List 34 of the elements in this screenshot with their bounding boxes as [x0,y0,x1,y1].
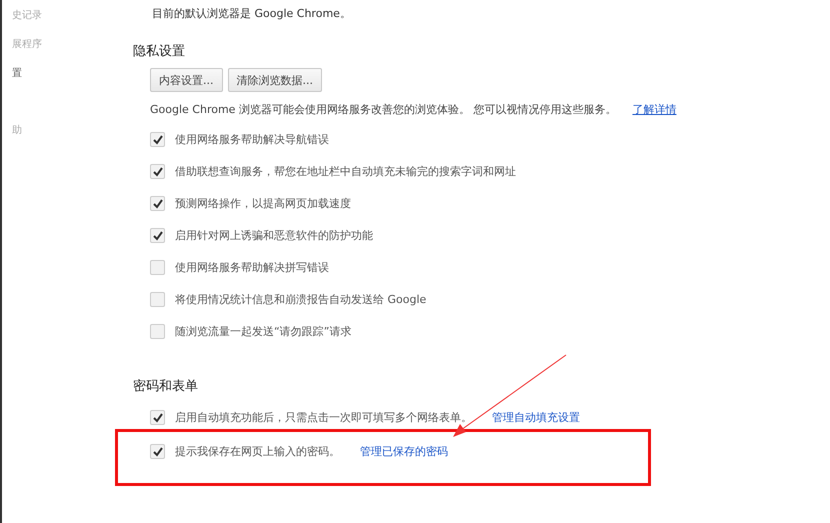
option-label: 提示我保存在网页上输入的密码。 [175,444,340,459]
option-label: 使用网络服务帮助解决拼写错误 [175,260,329,275]
checkbox[interactable] [150,260,165,275]
checkbox[interactable] [150,410,165,425]
checkbox[interactable] [150,444,165,459]
checkmark-icon [152,198,162,208]
option-label: 将使用情况统计信息和崩溃报告自动发送给 Google [175,292,426,307]
settings-button[interactable]: 清除浏览数据... [228,68,322,92]
option-label: 随浏览流量一起发送“请勿跟踪”请求 [175,324,352,339]
default-browser-text: 目前的默认浏览器是 Google Chrome。 [151,6,352,22]
section-heading: 隐私设置 [133,43,186,60]
checkbox[interactable] [150,164,165,179]
checkmark-icon [152,134,162,144]
checkmark-icon [152,446,162,456]
option-label: 启用自动填充功能后，只需点击一次即可填写多个网络表单。 [175,410,472,425]
checkbox[interactable] [150,324,165,339]
sidebar-item[interactable]: 置 [2,66,133,82]
settings-button[interactable]: 内容设置... [150,68,222,92]
option-label: 使用网络服务帮助解决导航错误 [175,132,329,147]
checkmark-icon [152,412,162,422]
option-label: 借助联想查询服务，帮您在地址栏中自动填充未输完的搜索字词和网址 [175,164,516,179]
manage-link[interactable]: 管理已保存的密码 [360,444,448,459]
checkbox[interactable] [150,132,165,147]
checkmark-icon [152,230,162,240]
checkbox[interactable] [150,196,165,211]
checkmark-icon [152,166,162,176]
learn-more-link[interactable]: 了解详情 [632,102,676,117]
manage-link[interactable]: 管理自动填充设置 [492,410,580,425]
option-label: 预测网络操作，以提高网页加载速度 [175,196,351,211]
section-heading: 密码和表单 [133,378,199,395]
privacy-description: Google Chrome 浏览器可能会使用网络服务改善您的浏览体验。 您可以视情况停用这些服务。 [150,102,616,117]
checkbox[interactable] [150,228,165,243]
checkbox[interactable] [150,292,165,307]
option-label: 启用针对网上诱骗和恶意软件的防护功能 [175,228,373,243]
